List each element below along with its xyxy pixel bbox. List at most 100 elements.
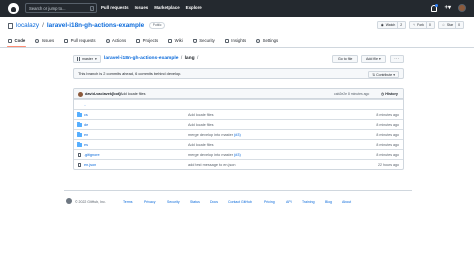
tab-issues[interactable]: Issues [35,36,54,45]
bell-icon[interactable] [431,4,439,12]
file-commit-message[interactable]: merge develop into master [188,153,234,157]
file-name-link[interactable]: en [84,133,88,138]
chevron-down-icon: ▾ [94,56,97,61]
watch-button[interactable]: ◉ Watch 2 [376,21,407,29]
folder-icon [77,142,82,147]
file-commit-age: 8 minutes ago [376,113,399,117]
contribute-button[interactable]: ⇅ Contribute ▾ [368,70,399,78]
repo-owner-link[interactable]: localazy [16,22,39,30]
gear-icon [256,38,261,43]
tab-settings[interactable]: Settings [256,36,278,45]
add-file-button[interactable]: Add file ▾ [361,55,386,63]
tab-code[interactable]: Code [6,36,27,47]
file-icon [77,152,82,158]
fork-count: 0 [425,21,431,29]
footer-link-security[interactable]: Security [167,200,180,204]
history-link[interactable]: ◷ History [381,92,398,96]
star-button[interactable]: ☆ Star 0 [437,21,464,29]
tab-settings-label: Settings [262,37,279,43]
footer-link-training[interactable]: Training [302,200,315,204]
branch-icon [77,57,80,61]
star-label: Star [446,22,454,27]
table-row[interactable]: en.json add test message to en.json 22 h… [74,159,403,169]
breadcrumb-separator: / [180,56,183,61]
file-commit-age: 22 hours ago [378,163,399,167]
plus-icon[interactable]: +▾ [444,5,451,12]
footer-link-api[interactable]: API [286,200,292,204]
table-row[interactable]: .gitignore merge develop into master (#3… [74,149,403,159]
breadcrumb-repo-link[interactable]: laravel-i18n-gh-actions-example [104,56,178,61]
file-commit-message[interactable]: Add locale files [188,123,214,128]
file-commit-message[interactable]: Add locale files [188,143,214,148]
tabs-divider [0,47,474,48]
file-commit-message[interactable]: merge develop into master [188,133,234,137]
file-name-link[interactable]: cs [84,113,88,118]
fork-button[interactable]: ⑂ Fork 0 [409,21,435,29]
tab-projects[interactable]: Projects [136,36,158,45]
github-logo-icon[interactable] [66,198,72,204]
history-label: History [385,92,398,96]
footer-copyright: © 2022 GitHub, Inc. [75,199,106,204]
table-row[interactable]: .. [74,99,403,109]
file-commit-message[interactable]: add test message to en.json [188,163,236,168]
tab-security[interactable]: Security [192,36,215,45]
footer-link-status[interactable]: Status [190,200,200,204]
repo-title-separator: / [42,22,44,29]
pull-request-link[interactable]: (#3) [234,133,241,137]
pull-request-link[interactable]: (#3) [234,153,241,157]
nav-issues[interactable]: Issues [135,5,149,10]
repo-name-link[interactable]: laravel-i18n-gh-actions-example [47,22,144,30]
search-placeholder: Search or jump to... [29,6,66,11]
go-to-file-button[interactable]: Go to file [332,55,359,63]
more-options-button[interactable]: ··· [390,55,404,63]
footer-link-pricing[interactable]: Pricing [264,200,275,204]
footer-link-terms[interactable]: Terms [123,200,133,204]
file-name-link[interactable]: es [84,143,88,148]
nav-explore[interactable]: Explore [186,5,202,10]
parent-directory-link[interactable]: .. [84,103,86,108]
breadcrumb: laravel-i18n-gh-actions-example / lang / [104,56,199,62]
tab-actions[interactable]: Actions [105,36,127,45]
table-row[interactable]: en merge develop into master (#3) 8 minu… [74,129,403,139]
file-name-link[interactable]: .gitignore [84,153,100,158]
table-row[interactable]: es Add locale files 8 minutes ago [74,139,403,149]
repo-tabs: Code Issues Pull requests Actions Projec… [6,36,278,47]
tab-pull-requests-label: Pull requests [70,37,96,43]
tab-insights[interactable]: Insights [224,36,246,45]
tab-issues-label: Issues [41,37,55,43]
footer-link-contact[interactable]: Contact GitHub [228,200,252,204]
footer-link-blog[interactable]: Blog [325,200,332,204]
file-name-link[interactable]: de [84,123,88,128]
nav-marketplace[interactable]: Marketplace [154,5,179,10]
footer-link-docs[interactable]: Docs [210,200,218,204]
commit-sha-time[interactable]: cab2e2e 8 minutes ago [334,92,369,96]
tab-code-label: Code [14,37,26,43]
watch-label: Watch [385,22,396,27]
github-logo-icon[interactable] [8,3,19,14]
breadcrumb-trailing-separator: / [196,56,199,61]
tab-pull-requests[interactable]: Pull requests [64,36,96,45]
table-row[interactable]: de Add locale files 8 minutes ago [74,119,403,129]
avatar[interactable] [458,4,466,12]
tab-actions-label: Actions [112,37,127,43]
table-row[interactable]: cs Add locale files 8 minutes ago [74,109,403,119]
top-navigation-bar: Search or jump to... / Pull requests Iss… [0,0,474,17]
folder-icon [77,122,82,127]
nav-pull-requests[interactable]: Pull requests [101,5,129,10]
commit-author-avatar [78,91,83,97]
footer-link-privacy[interactable]: Privacy [144,200,155,204]
tab-wiki[interactable]: Wiki [168,36,183,45]
file-commit-message[interactable]: Add locale files [188,113,214,118]
global-nav: Pull requests Issues Marketplace Explore [101,5,202,10]
play-icon [105,38,110,43]
book-icon [168,38,173,43]
branch-select-button[interactable]: master ▾ [73,55,101,63]
commit-message[interactable]: Add locale files [120,92,146,97]
search-input[interactable]: Search or jump to... / [25,3,97,13]
file-name-link[interactable]: en.json [84,163,96,168]
commit-author[interactable]: david-vaclavek[bot] [85,92,120,97]
branch-comparison-text: This branch is 2 commits ahead, 6 commit… [78,71,182,76]
tab-wiki-label: Wiki [174,37,183,43]
footer-link-about[interactable]: About [342,200,351,204]
visibility-badge: Public [149,22,166,30]
